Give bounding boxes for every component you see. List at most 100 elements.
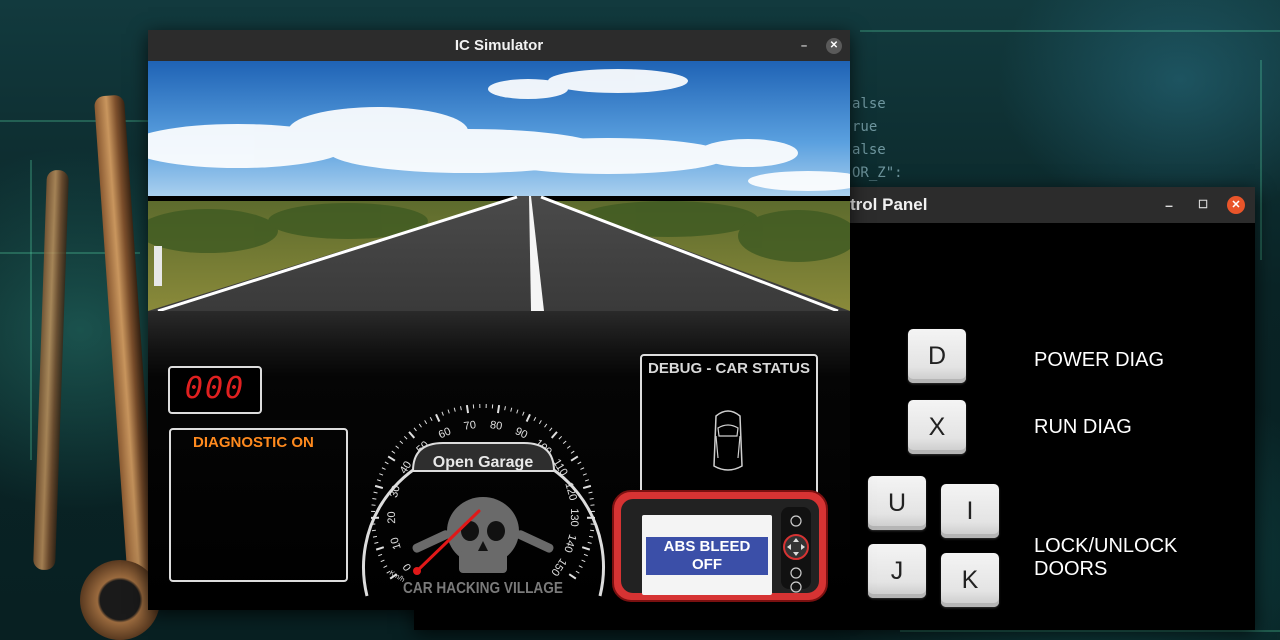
minor-tick bbox=[391, 450, 396, 454]
minor-tick bbox=[372, 498, 377, 500]
minor-tick bbox=[418, 423, 422, 428]
key-i-button[interactable]: I bbox=[941, 484, 999, 538]
minor-tick bbox=[371, 529, 377, 532]
minor-tick bbox=[566, 445, 571, 449]
minor-tick bbox=[589, 498, 594, 500]
abs-bleed-line-2: OFF bbox=[692, 556, 722, 573]
minor-tick bbox=[453, 407, 456, 412]
speed-tick-label: 130 bbox=[568, 508, 580, 527]
ic-simulator-window: IC Simulator – ✕ 000 DIAGNOSTIC ON 0 10 … bbox=[148, 30, 850, 610]
major-tick bbox=[568, 573, 577, 580]
minor-tick bbox=[533, 416, 537, 421]
major-tick bbox=[550, 431, 558, 439]
minor-tick bbox=[373, 491, 378, 494]
speed-tick-label: 10 bbox=[389, 536, 404, 551]
speed-tick-label: 70 bbox=[463, 419, 477, 433]
minor-tick bbox=[381, 467, 386, 470]
run-diag-label: RUN DIAG bbox=[1034, 416, 1132, 438]
minor-tick bbox=[374, 541, 379, 544]
close-button[interactable]: ✕ bbox=[826, 38, 842, 54]
major-tick bbox=[582, 484, 592, 489]
minor-tick bbox=[522, 411, 525, 416]
minor-tick bbox=[544, 423, 548, 428]
window-title: IC Simulator bbox=[454, 37, 544, 54]
diagnostic-panel: DIAGNOSTIC ON bbox=[169, 428, 348, 582]
minor-tick bbox=[447, 409, 450, 414]
minor-tick bbox=[570, 450, 575, 454]
key-j-button[interactable]: J bbox=[868, 544, 926, 598]
speed-tick-label: 30 bbox=[388, 484, 403, 499]
minimize-button[interactable]: – bbox=[796, 38, 812, 54]
major-tick bbox=[374, 484, 384, 489]
minor-tick bbox=[403, 435, 408, 440]
window-title: trol Panel bbox=[850, 195, 928, 214]
diagnostic-status-label: DIAGNOSTIC ON bbox=[193, 434, 314, 451]
speed-tick-label: 20 bbox=[386, 511, 398, 523]
minor-tick bbox=[562, 440, 567, 445]
scanner-screen: ABS BLEED OFF bbox=[642, 515, 772, 595]
close-button[interactable]: ✕ bbox=[1227, 196, 1245, 214]
instrument-cluster: 000 DIAGNOSTIC ON 0102030405060708090100… bbox=[148, 311, 850, 610]
speed-tick-label: 150 bbox=[548, 556, 568, 578]
minor-tick bbox=[383, 565, 388, 568]
minor-tick bbox=[384, 461, 389, 465]
debug-panel-title: DEBUG - CAR STATUS bbox=[648, 360, 810, 377]
key-x-button[interactable]: X bbox=[908, 400, 966, 454]
minimize-button[interactable]: – bbox=[1161, 197, 1177, 213]
minor-tick bbox=[558, 435, 563, 440]
major-tick bbox=[408, 431, 416, 439]
minor-tick bbox=[585, 479, 590, 482]
minor-tick bbox=[577, 461, 582, 465]
minor-tick bbox=[516, 409, 519, 414]
major-tick bbox=[570, 455, 579, 462]
minor-tick bbox=[580, 467, 585, 470]
code-fragment: rue bbox=[852, 119, 878, 135]
power-diag-label: POWER DIAG bbox=[1034, 349, 1165, 371]
minor-tick bbox=[538, 420, 542, 425]
minor-tick bbox=[588, 535, 594, 538]
minor-tick bbox=[399, 440, 404, 445]
speed-tick-label: 140 bbox=[561, 533, 578, 554]
code-fragment: alse bbox=[852, 142, 886, 158]
major-tick bbox=[465, 405, 470, 414]
minor-tick bbox=[582, 473, 587, 476]
major-tick bbox=[375, 546, 385, 551]
minor-tick bbox=[510, 407, 513, 412]
obd-scanner-device: ABS BLEED OFF bbox=[611, 489, 829, 603]
skull-emblem-icon bbox=[412, 497, 554, 573]
odometer-display: 000 bbox=[168, 366, 262, 414]
key-d-button[interactable]: D bbox=[908, 329, 966, 383]
abs-bleed-status: ABS BLEED OFF bbox=[646, 537, 768, 575]
minor-tick bbox=[549, 427, 553, 432]
road-scene-image bbox=[148, 61, 850, 311]
key-k-button[interactable]: K bbox=[941, 553, 999, 607]
speed-tick-label: 60 bbox=[437, 425, 453, 441]
minor-tick bbox=[575, 570, 580, 574]
minor-tick bbox=[379, 473, 384, 476]
maximize-button[interactable]: ☐ bbox=[1195, 197, 1211, 213]
key-u-button[interactable]: U bbox=[868, 476, 926, 530]
major-tick bbox=[435, 413, 441, 423]
speed-tick-label: 80 bbox=[489, 419, 503, 433]
code-fragment: alse bbox=[852, 96, 886, 112]
speed-tick-label: 90 bbox=[513, 425, 529, 441]
minor-tick bbox=[578, 565, 583, 568]
car-hacking-village-watermark: CAR HACKING VILLAGE bbox=[403, 580, 563, 597]
minor-tick bbox=[376, 479, 381, 482]
ic-simulator-titlebar[interactable]: IC Simulator – ✕ bbox=[148, 30, 850, 61]
code-fragment: OR_Z": bbox=[852, 165, 903, 181]
minor-tick bbox=[583, 553, 588, 557]
minor-tick bbox=[429, 416, 433, 421]
car-top-view-icon bbox=[713, 410, 743, 471]
speed-tick-label: 120 bbox=[562, 481, 578, 502]
minor-tick bbox=[588, 491, 593, 494]
minor-tick bbox=[380, 559, 385, 563]
lock-unlock-doors-label: LOCK/UNLOCK DOORS bbox=[1034, 535, 1178, 580]
speed-tick-label: 40 bbox=[398, 459, 415, 476]
minor-tick bbox=[424, 420, 428, 425]
minor-tick bbox=[378, 553, 383, 557]
speed-tick-label: 0 bbox=[401, 561, 414, 573]
minor-tick bbox=[504, 406, 506, 411]
major-tick bbox=[525, 413, 531, 423]
minor-tick bbox=[395, 445, 400, 449]
